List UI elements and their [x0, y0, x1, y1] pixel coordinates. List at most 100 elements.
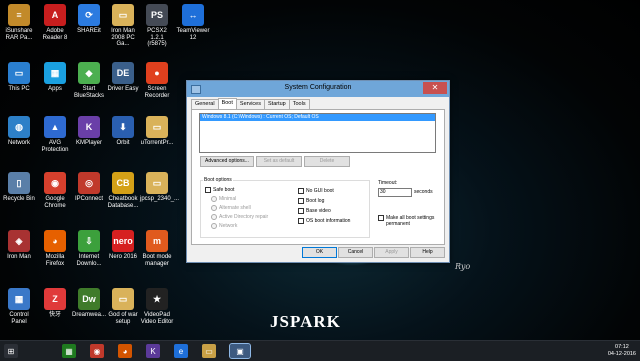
tab-boot[interactable]: Boot: [217, 98, 237, 109]
no-gui-boot-checkbox[interactable]: No GUI boot: [298, 188, 334, 194]
app-icon: ◉: [44, 172, 66, 194]
ad-repair-radio[interactable]: Active Directory repair: [211, 214, 268, 220]
desktop-icon[interactable]: ▭ uTorrentPr...: [140, 116, 174, 147]
desktop-icon-label: SHAREit: [77, 28, 101, 34]
desktop-icon[interactable]: Dw Dreamwea...: [72, 288, 106, 319]
base-video-checkbox[interactable]: Base video: [298, 208, 331, 214]
app-icon: ▲: [44, 116, 66, 138]
desktop-icon[interactable]: CB Cheatbook Database...: [106, 172, 140, 209]
desktop-icon-label: Start BlueStacks: [73, 86, 104, 99]
desktop-icon[interactable]: DE Driver Easy: [106, 62, 140, 93]
desktop-icon[interactable]: PS PCSX2 1.2.1 (r5875): [140, 4, 174, 48]
os-boot-info-checkbox[interactable]: OS boot information: [298, 218, 350, 224]
desktop-icon[interactable]: ◕ Mozilla Firefox: [38, 230, 72, 267]
desktop-icon[interactable]: ▦ Apps: [38, 62, 72, 93]
set-default-button[interactable]: Set as default: [256, 156, 302, 167]
desktop-icon[interactable]: ★ VideoPad Video Editor: [140, 288, 174, 325]
desktop-icon[interactable]: m Boot mode manager: [140, 230, 174, 267]
taskbar-start-icon[interactable]: ⊞: [4, 344, 18, 358]
taskbar-chrome-icon[interactable]: ◉: [90, 344, 104, 358]
app-icon: ★: [146, 288, 168, 310]
app-icon: m: [146, 230, 168, 252]
desktop-icon-label: Recycle Bin: [3, 196, 35, 202]
app-icon: ▭: [112, 4, 134, 26]
os-list-item[interactable]: Windows 8.1 (C:\Windows) : Current OS; D…: [200, 114, 435, 121]
help-button[interactable]: Help: [410, 247, 445, 258]
dialog-titlebar[interactable]: System Configuration ✕: [187, 81, 449, 97]
taskbar-ie-icon[interactable]: e: [174, 344, 188, 358]
system-clock[interactable]: 07:12 04-12-2016: [608, 344, 636, 358]
ok-button[interactable]: OK: [302, 247, 337, 258]
desktop-icon[interactable]: ▭ God of war setup: [106, 288, 140, 325]
desktop-icon[interactable]: ▯ Recycle Bin: [2, 172, 36, 203]
desktop-icon-label: Driver Easy: [107, 86, 139, 92]
tab-tools[interactable]: Tools: [288, 99, 310, 109]
close-button[interactable]: ✕: [423, 82, 447, 94]
ad-repair-label: Active Directory repair: [219, 214, 269, 220]
desktop-icon[interactable]: ● Screen Recorder: [140, 62, 174, 99]
tab-general[interactable]: General: [191, 99, 219, 109]
delete-button[interactable]: Delete: [304, 156, 350, 167]
make-permanent-checkbox[interactable]: Make all boot settings permanent: [378, 215, 440, 227]
desktop-icon[interactable]: A Adobe Reader 8: [38, 4, 72, 41]
desktop-icon[interactable]: ◎ IPConnect: [72, 172, 106, 203]
desktop-icon-label: Apps: [48, 86, 62, 92]
desktop-icon[interactable]: ⬇ Orbit: [106, 116, 140, 147]
taskbar-explorer-icon[interactable]: ▭: [202, 344, 216, 358]
system-configuration-dialog: System Configuration ✕ General Boot Serv…: [186, 80, 450, 263]
apply-button[interactable]: Apply: [374, 247, 409, 258]
os-boot-info-label: OS boot information: [306, 218, 351, 224]
app-icon: ↔: [182, 4, 204, 26]
minimal-radio[interactable]: Minimal: [211, 196, 236, 202]
boot-tab-panel: Windows 8.1 (C:\Windows) : Current OS; D…: [191, 109, 445, 245]
desktop-icon[interactable]: ▭ Iron Man 2008 PC Ga...: [106, 4, 140, 48]
timeout-label: Timeout:: [378, 180, 398, 186]
desktop-icon[interactable]: ◍ Network: [2, 116, 36, 147]
timeout-unit: seconds: [414, 189, 433, 195]
checkbox-box: [378, 215, 384, 221]
desktop-icon[interactable]: ▭ This PC: [2, 62, 36, 93]
desktop-icon[interactable]: K KMPlayer: [72, 116, 106, 147]
app-icon: ◕: [44, 230, 66, 252]
desktop-icon[interactable]: ⇩ Internet Downlo...: [72, 230, 106, 267]
app-icon: ≡: [8, 4, 30, 26]
network-radio[interactable]: Network: [211, 223, 237, 229]
os-list[interactable]: Windows 8.1 (C:\Windows) : Current OS; D…: [199, 113, 436, 153]
radio-dot: [211, 196, 217, 202]
app-icon: ▦: [8, 288, 30, 310]
desktop-icon[interactable]: ⟳ SHAREit: [72, 4, 106, 35]
desktop-icon[interactable]: ▭ jpcsp_2340_...: [140, 172, 180, 203]
taskbar-kmplayer-icon[interactable]: K: [146, 344, 160, 358]
desktop-icon[interactable]: ◆ Start BlueStacks: [72, 62, 106, 99]
desktop-icon[interactable]: ↔ TeamViewer 12: [176, 4, 210, 41]
checkbox-box: [298, 198, 304, 204]
timeout-input[interactable]: 30: [378, 188, 412, 197]
cancel-button[interactable]: Cancel: [338, 247, 373, 258]
alternate-shell-radio[interactable]: Alternate shell: [211, 205, 251, 211]
advanced-options-button[interactable]: Advanced options...: [200, 156, 254, 167]
desktop-icon-label: PCSX2 1.2.1 (r5875): [147, 28, 167, 47]
checkbox-box: [205, 187, 211, 193]
desktop-icon-label: jpcsp_2340_...: [140, 196, 180, 202]
boot-options-label: Boot options: [203, 177, 233, 183]
base-video-label: Base video: [306, 208, 331, 214]
desktop-icon[interactable]: Z 快牙: [38, 288, 72, 319]
tab-services[interactable]: Services: [235, 99, 265, 109]
desktop-icon[interactable]: ◈ Iron Man: [2, 230, 36, 261]
desktop-icon[interactable]: ≡ iSunshare RAR Pa...: [2, 4, 36, 41]
clock-time: 07:12: [615, 344, 629, 350]
desktop-icon[interactable]: ◉ Google Chrome: [38, 172, 72, 209]
taskbar-msconfig-icon[interactable]: ▣: [229, 343, 251, 359]
taskbar-firefox-icon[interactable]: ◕: [118, 344, 132, 358]
desktop-icon[interactable]: ▲ AVG Protection: [38, 116, 72, 153]
desktop-icon-label: iSunshare RAR Pa...: [5, 28, 33, 41]
taskbar-store-icon[interactable]: ▦: [62, 344, 76, 358]
safe-boot-checkbox[interactable]: Safe boot: [205, 187, 234, 193]
boot-log-checkbox[interactable]: Boot log: [298, 198, 324, 204]
desktop-icon-label: Orbit: [116, 140, 130, 146]
desktop-icon[interactable]: nero Nero 2016: [106, 230, 140, 261]
desktop-icon[interactable]: ▦ Control Panel: [2, 288, 36, 325]
desktop-icon-label: IPConnect: [74, 196, 104, 202]
tab-startup[interactable]: Startup: [264, 99, 290, 109]
app-icon: ⇩: [78, 230, 100, 252]
